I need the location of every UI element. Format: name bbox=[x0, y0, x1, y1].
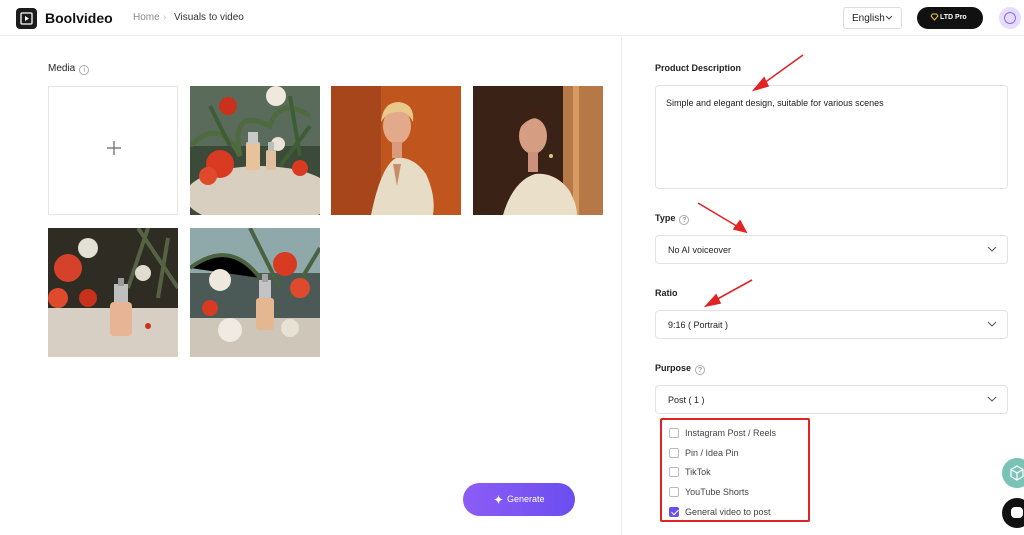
logo-icon[interactable] bbox=[16, 8, 37, 29]
purpose-option-label: TikTok bbox=[685, 467, 711, 477]
media-section-title: Media i bbox=[48, 63, 90, 75]
purpose-option-label: General video to post bbox=[685, 507, 771, 517]
purpose-option-instagram[interactable]: Instagram Post / Reels bbox=[669, 428, 776, 438]
breadcrumb-home[interactable]: Home bbox=[133, 12, 160, 23]
ltd-pro-label: LTD Pro bbox=[940, 14, 967, 21]
checkbox-checked[interactable] bbox=[669, 507, 679, 517]
checkbox[interactable] bbox=[669, 448, 679, 458]
chevron-down-icon bbox=[987, 246, 997, 252]
purpose-label: Purpose bbox=[655, 363, 692, 373]
perfume-flowers-thumbnail[interactable] bbox=[190, 86, 320, 215]
annotation-arrow-type bbox=[697, 202, 741, 229]
plus-icon bbox=[107, 141, 121, 155]
type-label: Type bbox=[655, 213, 676, 223]
purpose-option-tiktok[interactable]: TikTok bbox=[669, 467, 711, 477]
chevron-down-icon bbox=[987, 396, 997, 402]
info-icon[interactable]: ? bbox=[679, 215, 690, 225]
breadcrumb-current: Visuals to video bbox=[174, 12, 244, 23]
language-label: English bbox=[852, 13, 885, 24]
purpose-option-general[interactable]: General video to post bbox=[669, 507, 771, 517]
purpose-option-youtube-shorts[interactable]: YouTube Shorts bbox=[669, 487, 749, 497]
annotation-arrow-ratio bbox=[711, 279, 753, 303]
language-select[interactable]: English bbox=[843, 7, 902, 29]
top-header: Boolvideo Home › Visuals to video Englis… bbox=[0, 0, 1024, 36]
checkbox[interactable] bbox=[669, 428, 679, 438]
ratio-label: Ratio bbox=[655, 288, 678, 298]
cube-icon[interactable] bbox=[1002, 458, 1024, 488]
avatar[interactable] bbox=[999, 7, 1021, 29]
purpose-select[interactable]: Post ( 1 ) bbox=[655, 385, 1008, 414]
generate-button[interactable]: Generate bbox=[463, 483, 575, 516]
type-select[interactable]: No AI voiceover bbox=[655, 235, 1008, 264]
checkbox[interactable] bbox=[669, 467, 679, 477]
type-field-title: Type? bbox=[655, 213, 690, 225]
purpose-option-label: Instagram Post / Reels bbox=[685, 428, 777, 438]
ltd-pro-button[interactable]: LTD Pro bbox=[917, 7, 983, 29]
perfume-red-lilies-thumbnail[interactable] bbox=[48, 228, 178, 357]
ratio-value: 9:16 ( Portrait ) bbox=[668, 320, 729, 330]
perfume-white-flowers-thumbnail[interactable] bbox=[190, 228, 320, 357]
chevron-down-icon bbox=[885, 15, 893, 20]
purpose-options-list: Instagram Post / Reels Pin / Idea Pin Ti… bbox=[660, 418, 810, 522]
woman-window-light-thumbnail[interactable] bbox=[473, 86, 603, 215]
product-description-input[interactable]: Simple and elegant design, suitable for … bbox=[655, 85, 1008, 189]
purpose-value: Post ( 1 ) bbox=[668, 395, 705, 405]
purpose-field-title: Purpose? bbox=[655, 363, 706, 375]
info-icon[interactable]: i bbox=[79, 65, 90, 75]
annotation-arrow-description bbox=[759, 54, 804, 87]
woman-orange-backdrop-thumbnail[interactable] bbox=[331, 86, 461, 215]
purpose-option-label: Pin / Idea Pin bbox=[685, 448, 739, 458]
info-icon[interactable]: ? bbox=[695, 365, 706, 375]
ratio-select[interactable]: 9:16 ( Portrait ) bbox=[655, 310, 1008, 339]
add-media-button[interactable] bbox=[48, 86, 178, 215]
chevron-down-icon bbox=[987, 321, 997, 327]
product-description-value: Simple and elegant design, suitable for … bbox=[666, 98, 884, 108]
chat-icon[interactable] bbox=[1002, 498, 1024, 528]
generate-label: Generate bbox=[507, 494, 545, 504]
checkbox[interactable] bbox=[669, 487, 679, 497]
brand-name[interactable]: Boolvideo bbox=[45, 10, 113, 26]
purpose-option-label: YouTube Shorts bbox=[685, 487, 749, 497]
media-label: Media bbox=[48, 63, 76, 74]
purpose-option-pin[interactable]: Pin / Idea Pin bbox=[669, 448, 739, 458]
breadcrumb-separator-icon: › bbox=[163, 12, 167, 23]
product-description-label: Product Description bbox=[655, 63, 742, 73]
panel-divider bbox=[621, 37, 622, 535]
diamond-icon bbox=[930, 13, 939, 21]
sparkle-icon bbox=[494, 495, 503, 504]
type-value: No AI voiceover bbox=[668, 245, 732, 255]
